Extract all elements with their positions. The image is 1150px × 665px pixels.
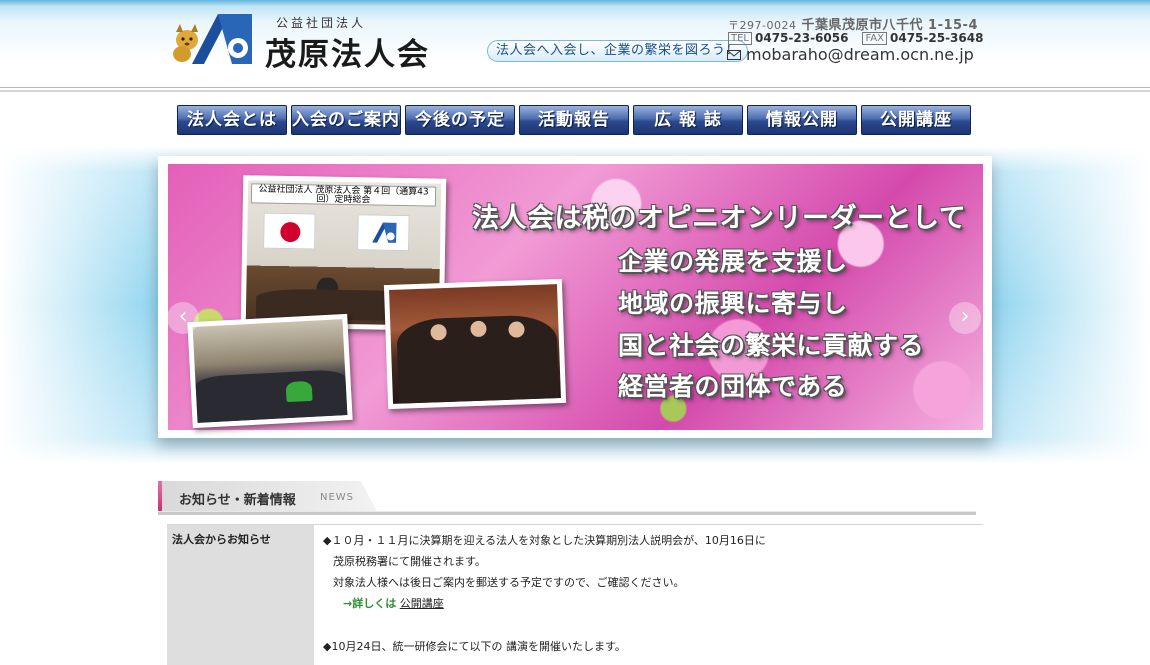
slider-next-button[interactable]: › — [949, 302, 981, 334]
fax-tag: FAX — [862, 31, 887, 45]
tel-tag: TEL — [728, 31, 752, 45]
photo-seminar — [187, 313, 353, 429]
nav-item-newsletter[interactable]: 広 報 誌 — [633, 105, 743, 135]
slide-line: 企業の発展を支援し — [618, 247, 848, 276]
tel-number: 0475-23-6056 — [755, 31, 849, 45]
chevron-right-icon: › — [960, 304, 970, 329]
slide-line: 国と社会の繁栄に貢献する — [618, 331, 925, 360]
org-logo-icon — [192, 14, 252, 64]
email-row[interactable]: mobaraho@dream.ocn.ne.jp — [727, 45, 974, 64]
news-subtitle: NEWS — [320, 492, 355, 503]
news-section-header: お知らせ・新着情報 NEWS — [158, 481, 976, 513]
nav-item-membership[interactable]: 入会のご案内 — [291, 105, 401, 135]
nav-item-disclosure[interactable]: 情報公開 — [747, 105, 857, 135]
nav-item-public-lecture[interactable]: 公開講座 — [861, 105, 971, 135]
nav-item-about[interactable]: 法人会とは — [177, 105, 287, 135]
news-row-label: 法人会からお知らせ — [172, 533, 271, 546]
news-title: お知らせ・新着情報 — [179, 493, 296, 508]
mail-icon — [727, 49, 741, 60]
main-nav: 法人会とは 入会のご案内 今後の予定 活動報告 広 報 誌 情報公開 公開講座 — [177, 105, 975, 135]
site-header: 公益社団法人 茂原法人会 法人会へ入会し、企業の繁栄を図ろう！ 〒297-002… — [0, 0, 1150, 88]
seminar-audience — [195, 369, 348, 423]
header-divider — [0, 90, 1150, 92]
photo-group — [383, 278, 567, 410]
news-table: 法人会からお知らせ ◆１０月・１１月に決算期を迎える法人を対象とした決算期別法人… — [167, 524, 983, 665]
news-link-public-lecture[interactable]: 公開講座 — [400, 597, 444, 610]
news-link-row: →詳しくは 公開講座 — [323, 593, 983, 614]
org-name-logo[interactable]: 茂原法人会 — [265, 29, 430, 74]
org-logo-icon — [372, 222, 397, 243]
slider-prev-button[interactable]: ‹ — [167, 302, 199, 334]
japan-flag-icon — [263, 212, 316, 250]
news-label-cell: 法人会からお知らせ — [167, 525, 314, 665]
fax-number: 0475-25-3648 — [890, 31, 984, 45]
slide-headline: 法人会は税のオピニオンリーダーとして — [472, 203, 967, 234]
news-divider — [158, 511, 976, 515]
email-link[interactable]: mobaraho@dream.ocn.ne.jp — [746, 45, 974, 64]
meeting-banner: 公益社団法人 茂原法人会 第４回（通算43回）定時総会 — [250, 183, 437, 207]
news-item-line: 茂原税務署にて開催されます。 — [333, 555, 486, 568]
news-accent-bar — [158, 481, 162, 513]
phone-row: TEL 0475-23-6056 FAX 0475-25-3648 — [728, 31, 983, 45]
news-link-prefix: →詳しくは — [343, 597, 397, 610]
news-body: ◆１０月・１１月に決算期を迎える法人を対象とした決算期別法人説明会が、10月16… — [323, 530, 983, 657]
slide-line: 地域の振興に寄与し — [618, 289, 848, 318]
chevron-left-icon: ‹ — [178, 304, 188, 329]
news-item-line: ◆１０月・１１月に決算期を迎える法人を対象とした決算期別法人説明会が、10月16… — [323, 534, 766, 547]
nav-item-activity-report[interactable]: 活動報告 — [519, 105, 629, 135]
attendee-green — [285, 380, 313, 403]
news-item-line: 対象法人様へは後日ご案内を郵送する予定ですので、ご確認ください。 — [333, 576, 685, 589]
org-flag-icon — [357, 214, 410, 252]
slide-line: 経営者の団体である — [618, 372, 848, 401]
slogan-badge: 法人会へ入会し、企業の繁栄を図ろう！ — [487, 40, 749, 62]
nav-item-schedule[interactable]: 今後の予定 — [405, 105, 515, 135]
